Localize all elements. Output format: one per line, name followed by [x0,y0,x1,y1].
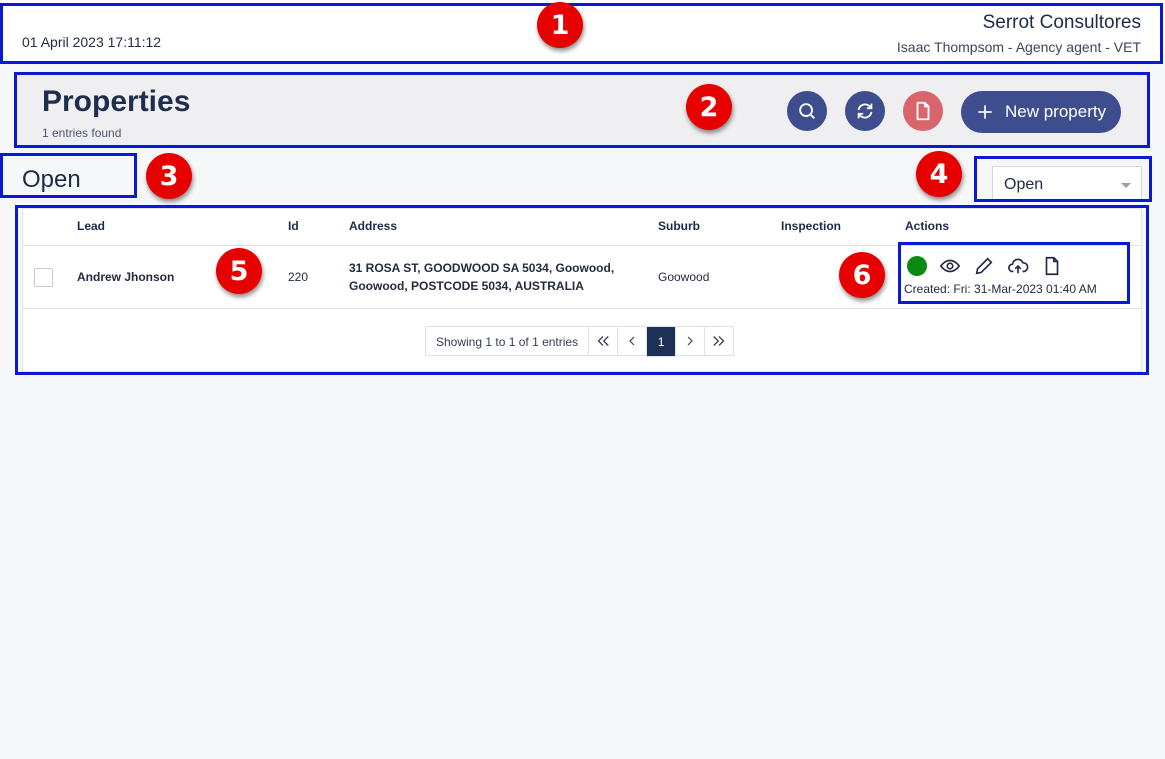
annotation-marker-5: 5 [216,248,262,294]
annotation-box-6 [898,242,1130,304]
annotation-marker-3: 3 [146,153,192,199]
annotation-marker-1: 1 [537,2,583,48]
annotation-box-4 [974,156,1152,202]
annotation-marker-2: 2 [686,84,732,130]
annotation-box-3 [0,153,137,198]
annotation-box-1 [0,3,1163,64]
annotation-box-2 [14,72,1150,148]
annotation-marker-6: 6 [839,252,885,298]
annotation-marker-4: 4 [916,151,962,197]
